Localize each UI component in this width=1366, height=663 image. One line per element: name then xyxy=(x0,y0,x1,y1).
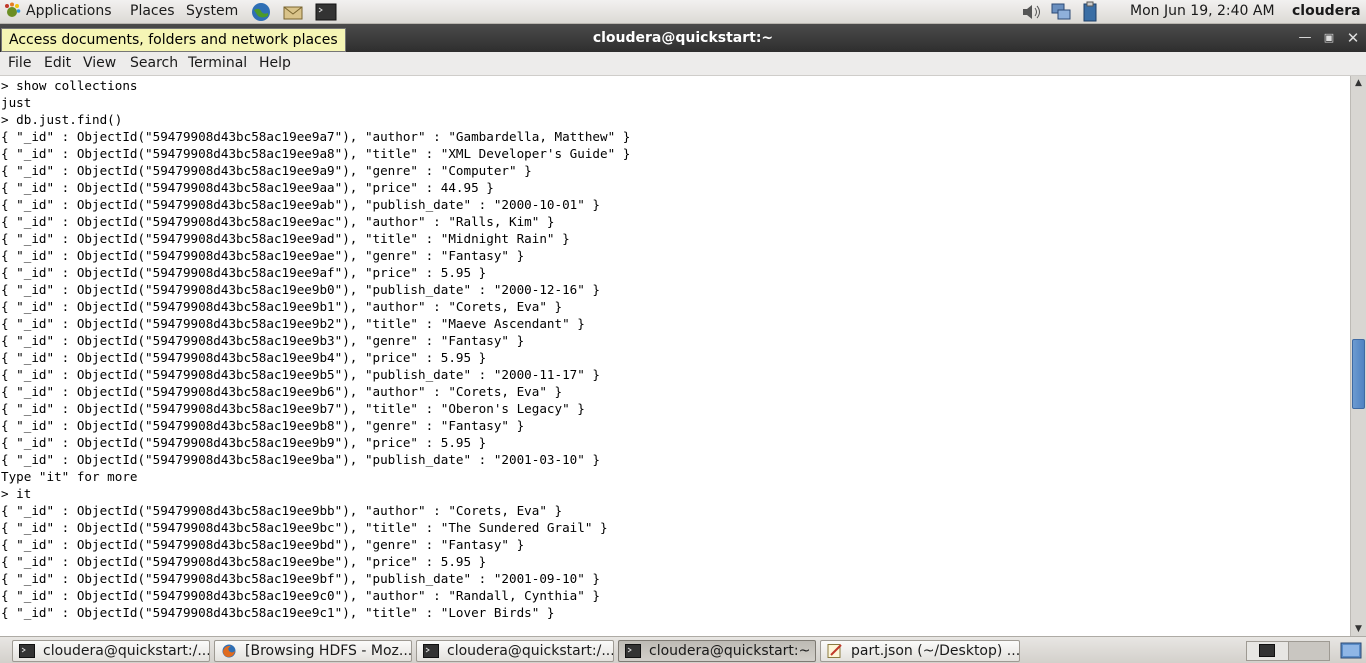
close-icon[interactable]: ✕ xyxy=(1344,29,1362,47)
terminal-line: { "_id" : ObjectId("59479908d43bc58ac19e… xyxy=(1,384,563,399)
minimize-icon[interactable]: — xyxy=(1296,29,1314,47)
terminal-line: { "_id" : ObjectId("59479908d43bc58ac19e… xyxy=(1,452,600,467)
terminal-line: { "_id" : ObjectId("59479908d43bc58ac19e… xyxy=(1,248,525,263)
terminal-line: { "_id" : ObjectId("59479908d43bc58ac19e… xyxy=(1,299,563,314)
menu-file[interactable]: File xyxy=(8,52,31,74)
terminal-line: { "_id" : ObjectId("59479908d43bc58ac19e… xyxy=(1,367,600,382)
task-terminal-active[interactable]: cloudera@quickstart:~ xyxy=(618,640,816,662)
terminal-lines: > show collections just > db.just.find() { … xyxy=(1,77,630,621)
task-label: cloudera@quickstart:/... xyxy=(43,643,210,659)
places-menu[interactable]: Places xyxy=(130,0,175,23)
menu-view[interactable]: View xyxy=(83,52,116,74)
terminal-line: { "_id" : ObjectId("59479908d43bc58ac19e… xyxy=(1,231,570,246)
clipboard-icon[interactable] xyxy=(1080,1,1100,23)
terminal-line: { "_id" : ObjectId("59479908d43bc58ac19e… xyxy=(1,197,600,212)
vertical-scrollbar[interactable]: ▲ ▼ xyxy=(1350,76,1366,636)
terminal-line: { "_id" : ObjectId("59479908d43bc58ac19e… xyxy=(1,588,600,603)
menu-terminal[interactable]: Terminal xyxy=(188,52,247,74)
terminal-output[interactable]: > show collections just > db.just.find() { … xyxy=(0,76,1350,636)
network-icon[interactable] xyxy=(1049,1,1073,23)
terminal-line: { "_id" : ObjectId("59479908d43bc58ac19e… xyxy=(1,282,600,297)
task-terminal-2[interactable]: cloudera@quickstart:/... xyxy=(416,640,614,662)
workspace-1[interactable] xyxy=(1247,642,1289,660)
terminal-line: { "_id" : ObjectId("59479908d43bc58ac19e… xyxy=(1,129,631,144)
terminal-line: { "_id" : ObjectId("59479908d43bc58ac19e… xyxy=(1,265,487,280)
menu-help[interactable]: Help xyxy=(259,52,291,74)
menu-edit[interactable]: Edit xyxy=(44,52,71,74)
terminal-line: { "_id" : ObjectId("59479908d43bc58ac19e… xyxy=(1,571,600,586)
terminal-icon xyxy=(625,644,641,658)
terminal-line: > show collections xyxy=(1,78,138,93)
terminal-line: { "_id" : ObjectId("59479908d43bc58ac19e… xyxy=(1,180,494,195)
terminal-line: { "_id" : ObjectId("59479908d43bc58ac19e… xyxy=(1,520,608,535)
terminal-line: { "_id" : ObjectId("59479908d43bc58ac19e… xyxy=(1,316,585,331)
task-label: cloudera@quickstart:/... xyxy=(447,643,614,659)
places-tooltip: Access documents, folders and network pl… xyxy=(1,28,346,52)
terminal-icon xyxy=(19,644,35,658)
terminal-line: { "_id" : ObjectId("59479908d43bc58ac19e… xyxy=(1,146,631,161)
terminal-line: { "_id" : ObjectId("59479908d43bc58ac19e… xyxy=(1,401,585,416)
terminal-line: just xyxy=(1,95,32,110)
menu-search[interactable]: Search xyxy=(130,52,178,74)
terminal-line: { "_id" : ObjectId("59479908d43bc58ac19e… xyxy=(1,333,525,348)
scroll-down-icon[interactable]: ▼ xyxy=(1351,622,1366,636)
terminal-line: { "_id" : ObjectId("59479908d43bc58ac19e… xyxy=(1,350,487,365)
web-browser-launcher-icon[interactable] xyxy=(250,1,272,23)
terminal-line: { "_id" : ObjectId("59479908d43bc58ac19e… xyxy=(1,503,563,518)
terminal-icon xyxy=(423,644,439,658)
terminal-line: { "_id" : ObjectId("59479908d43bc58ac19e… xyxy=(1,554,487,569)
applications-menu[interactable]: Applications xyxy=(26,0,112,23)
terminal-line: { "_id" : ObjectId("59479908d43bc58ac19e… xyxy=(1,605,555,620)
menubar: File Edit View Search Terminal Help xyxy=(0,52,1366,76)
maximize-icon[interactable]: ▣ xyxy=(1320,29,1338,47)
task-label: [Browsing HDFS - Moz... xyxy=(245,643,412,659)
user-menu[interactable]: cloudera xyxy=(1292,0,1361,23)
text-editor-icon xyxy=(827,644,842,658)
terminal-line: > db.just.find() xyxy=(1,112,123,127)
terminal-line: Type "it" for more xyxy=(1,469,138,484)
system-menu[interactable]: System xyxy=(186,0,238,23)
firefox-icon xyxy=(222,644,236,658)
volume-icon[interactable] xyxy=(1020,1,1044,23)
terminal-line: { "_id" : ObjectId("59479908d43bc58ac19e… xyxy=(1,435,487,450)
task-firefox[interactable]: [Browsing HDFS - Moz... xyxy=(214,640,412,662)
terminal-line: > it xyxy=(1,486,32,501)
terminal-line: { "_id" : ObjectId("59479908d43bc58ac19e… xyxy=(1,214,555,229)
task-terminal-1[interactable]: cloudera@quickstart:/... xyxy=(12,640,210,662)
clock[interactable]: Mon Jun 19, 2:40 AM xyxy=(1130,0,1275,23)
task-label: cloudera@quickstart:~ xyxy=(649,643,811,659)
mail-launcher-icon[interactable] xyxy=(282,1,304,23)
bottom-panel: cloudera@quickstart:/... [Browsing HDFS … xyxy=(0,636,1366,663)
gnome-foot-icon[interactable] xyxy=(3,2,21,20)
terminal-line: { "_id" : ObjectId("59479908d43bc58ac19e… xyxy=(1,418,525,433)
terminal-icon xyxy=(1259,644,1275,657)
top-panel: Applications Places System Mon Jun 19, 2… xyxy=(0,0,1366,24)
terminal-line: { "_id" : ObjectId("59479908d43bc58ac19e… xyxy=(1,537,525,552)
scrollbar-thumb[interactable] xyxy=(1352,339,1365,410)
workspace-switcher[interactable] xyxy=(1246,641,1330,661)
task-text-editor[interactable]: part.json (~/Desktop) ... xyxy=(820,640,1020,662)
show-desktop-icon[interactable] xyxy=(1340,641,1362,661)
terminal-launcher-icon[interactable] xyxy=(315,1,337,23)
scroll-up-icon[interactable]: ▲ xyxy=(1351,76,1366,90)
terminal-line: { "_id" : ObjectId("59479908d43bc58ac19e… xyxy=(1,163,532,178)
task-label: part.json (~/Desktop) ... xyxy=(851,643,1020,659)
